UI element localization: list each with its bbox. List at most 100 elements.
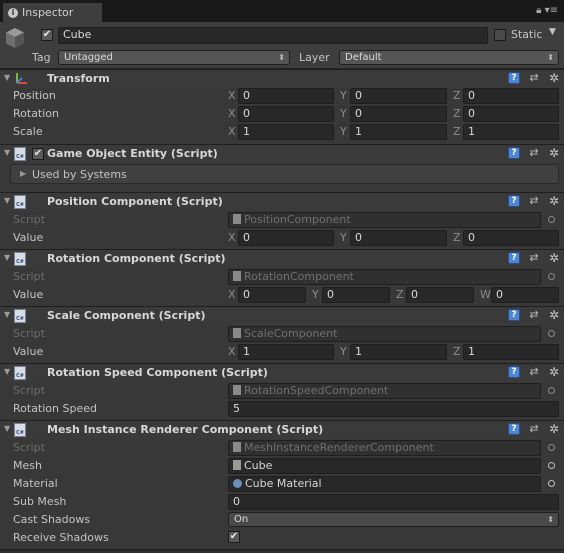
scale-value-x-field[interactable]: 1 [238,344,334,360]
receive-shadows-checkbox[interactable]: ✔ [228,531,240,543]
script-value: ScaleComponent [244,327,338,340]
position-value-x-field[interactable]: 0 [238,230,334,246]
lock-icon[interactable]: 🔒︎ [536,5,541,16]
axis-y-label[interactable]: Y [312,288,319,301]
foldout-arrow-icon[interactable]: ▼ [4,253,10,262]
help-icon[interactable]: ? [508,309,520,321]
transform-header[interactable]: ▼ Transform ? ⇄ ✲ [0,69,564,88]
gear-icon[interactable]: ✲ [548,147,560,159]
scale-value-y-field[interactable]: 1 [350,344,447,360]
tag-value: Untagged [64,52,113,63]
rotation-z-field[interactable]: 0 [463,106,559,122]
position-value-z-field[interactable]: 0 [463,230,559,246]
gear-icon[interactable]: ✲ [548,72,560,84]
axis-z-label[interactable]: Z [453,125,461,138]
script-field: PositionComponent [228,212,541,228]
gear-icon[interactable]: ✲ [548,252,560,264]
foldout-arrow-icon[interactable]: ▼ [4,310,10,319]
position-z-field[interactable]: 0 [463,88,559,104]
foldout-arrow-icon[interactable]: ▼ [4,148,10,157]
rotation-y-field[interactable]: 0 [350,106,447,122]
object-picker-icon[interactable] [548,480,555,487]
material-field[interactable]: Cube Material [228,476,541,492]
rotation-value-y-field[interactable]: 0 [322,287,390,303]
axis-z-label[interactable]: Z [453,345,461,358]
mesh-renderer-component-header[interactable]: ▼ C# Mesh Instance Renderer Component (S… [0,420,564,439]
layer-dropdown[interactable]: Default ⬍ [339,50,559,65]
preset-icon[interactable]: ⇄ [528,195,540,207]
rotation-component-header[interactable]: ▼ C# Rotation Component (Script) ? ⇄ ✲ [0,249,564,268]
axis-x-label[interactable]: X [228,288,236,301]
preset-icon[interactable]: ⇄ [528,72,540,84]
rotation-value-x-field[interactable]: 0 [238,287,306,303]
help-icon[interactable]: ? [508,252,520,264]
static-dropdown-icon[interactable]: ▼ [549,27,556,37]
help-icon[interactable]: ? [508,72,520,84]
help-icon[interactable]: ? [508,366,520,378]
axis-z-label[interactable]: Z [396,288,404,301]
static-checkbox[interactable] [494,29,506,41]
entity-header[interactable]: ▼ C# ✔ Game Object Entity (Script) ? ⇄ ✲ [0,144,564,163]
axis-x-label[interactable]: X [228,125,236,138]
axis-y-label[interactable]: Y [340,345,347,358]
gear-icon[interactable]: ✲ [548,423,560,435]
active-checkbox[interactable]: ✔ [41,29,53,41]
help-icon[interactable]: ? [508,147,520,159]
foldout-arrow-icon[interactable]: ▼ [4,424,10,433]
rotation-value-w-field[interactable]: 0 [491,287,559,303]
menu-icon[interactable]: ▾≡ [545,5,558,16]
used-by-systems-foldout[interactable]: ▶ Used by Systems [10,164,559,184]
axis-y-label[interactable]: Y [340,231,347,244]
preset-icon[interactable]: ⇄ [528,309,540,321]
preset-icon[interactable]: ⇄ [528,423,540,435]
foldout-arrow-icon[interactable]: ▼ [4,196,10,205]
gameobject-name-input[interactable]: Cube [58,27,488,44]
axis-y-label[interactable]: Y [340,125,347,138]
cast-shadows-dropdown[interactable]: On ⬍ [228,512,559,527]
gear-icon[interactable]: ✲ [548,309,560,321]
foldout-arrow-icon[interactable]: ▼ [4,73,10,82]
script-icon: C# [14,195,26,209]
position-y-field[interactable]: 0 [350,88,447,104]
axis-x-label[interactable]: X [228,231,236,244]
axis-y-label[interactable]: Y [340,89,347,102]
axis-z-label[interactable]: Z [453,107,461,120]
help-icon[interactable]: ? [508,195,520,207]
used-by-systems-label: Used by Systems [32,168,127,181]
rotation-x-field[interactable]: 0 [238,106,334,122]
position-value-y-field[interactable]: 0 [350,230,447,246]
foldout-arrow-icon[interactable]: ▼ [4,367,10,376]
scale-value-z-field[interactable]: 1 [463,344,559,360]
axis-w-label[interactable]: W [480,288,491,301]
axis-y-label[interactable]: Y [340,107,347,120]
value-label: Value [13,288,44,301]
tab-inspector[interactable]: i Inspector [2,2,103,22]
axis-x-label[interactable]: X [228,89,236,102]
mesh-field[interactable]: Cube [228,458,541,474]
scale-component-header[interactable]: ▼ C# Scale Component (Script) ? ⇄ ✲ [0,306,564,325]
object-picker-icon[interactable] [548,462,555,469]
rotation-speed-field[interactable]: 5 [228,401,559,417]
gear-icon[interactable]: ✲ [548,366,560,378]
axis-z-label[interactable]: Z [453,89,461,102]
transform-title: Transform [47,72,110,85]
tag-dropdown[interactable]: Untagged ⬍ [58,50,290,65]
scale-z-field[interactable]: 1 [463,124,559,140]
preset-icon[interactable]: ⇄ [528,147,540,159]
position-x-field[interactable]: 0 [238,88,334,104]
scale-x-field[interactable]: 1 [238,124,334,140]
preset-icon[interactable]: ⇄ [528,252,540,264]
rotation-speed-component-header[interactable]: ▼ C# Rotation Speed Component (Script) ?… [0,363,564,382]
preset-icon[interactable]: ⇄ [528,366,540,378]
gear-icon[interactable]: ✲ [548,195,560,207]
entity-enabled-checkbox[interactable]: ✔ [32,148,44,160]
axis-z-label[interactable]: Z [453,231,461,244]
scale-y-field[interactable]: 1 [350,124,447,140]
axis-x-label[interactable]: X [228,107,236,120]
axis-x-label[interactable]: X [228,345,236,358]
rotation-value-z-field[interactable]: 0 [406,287,474,303]
position-component-header[interactable]: ▼ C# Position Component (Script) ? ⇄ ✲ [0,192,564,211]
tab-menu-icons[interactable]: 🔒︎ ▾≡ [536,5,558,16]
submesh-field[interactable]: 0 [228,494,559,510]
help-icon[interactable]: ? [508,423,520,435]
